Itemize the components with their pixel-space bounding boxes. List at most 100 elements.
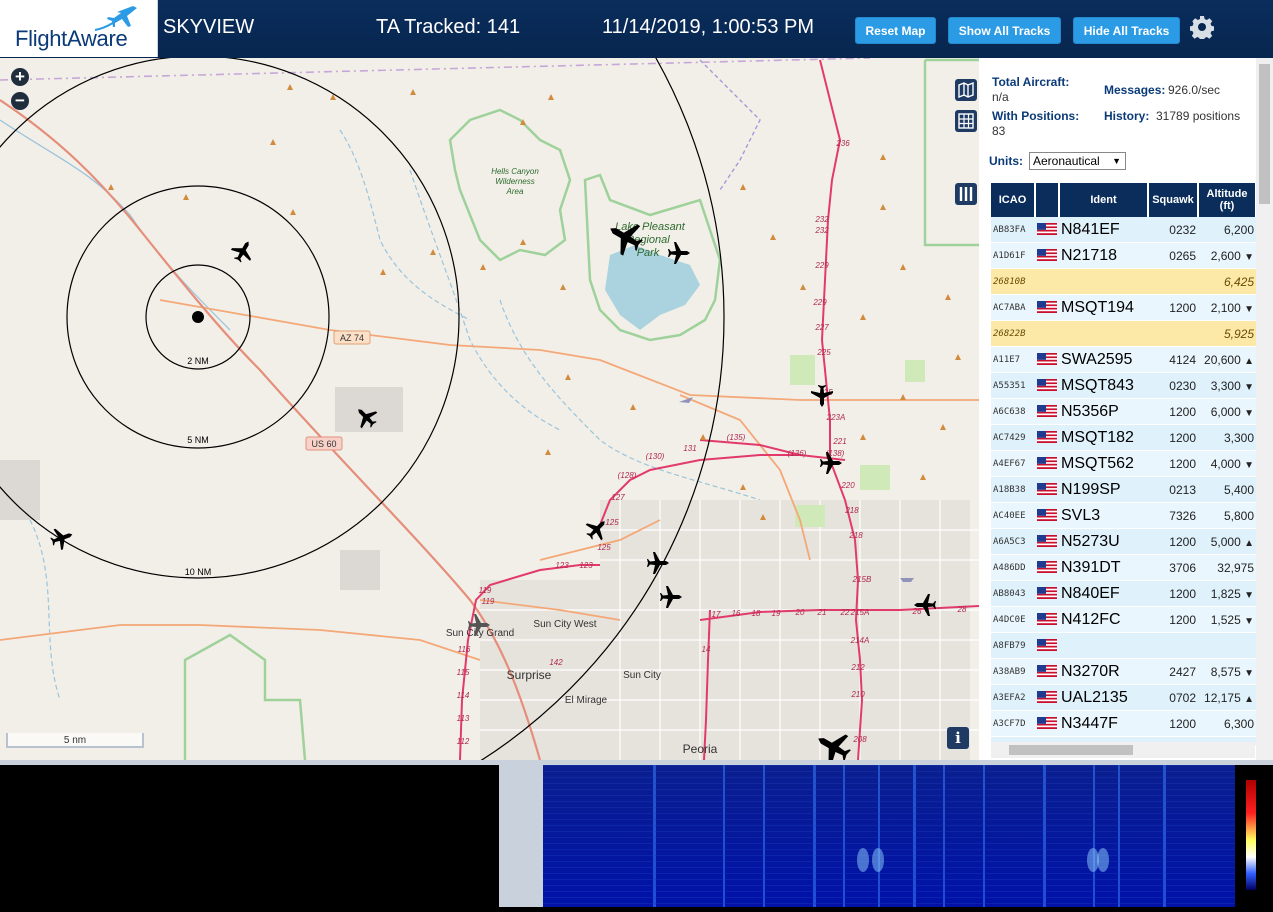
- cell-icao: A8FB79: [991, 632, 1035, 659]
- cell-ident: N412FC: [1059, 606, 1148, 633]
- table-row[interactable]: AB83FA N841EF 0232 6,200: [991, 217, 1256, 243]
- svg-text:26: 26: [912, 607, 922, 616]
- cell-altitude: 6,200: [1198, 217, 1256, 243]
- column-header-ident[interactable]: Ident: [1059, 183, 1149, 217]
- cell-flag: [1035, 294, 1059, 321]
- cell-squawk: 4124: [1148, 346, 1198, 373]
- column-header-icao[interactable]: ICAO: [991, 183, 1036, 217]
- cell-flag: [1035, 320, 1059, 347]
- table-row[interactable]: A38AB9 N3270R 2427 8,575 ▼: [991, 658, 1256, 685]
- cell-ident: [1059, 632, 1148, 659]
- map-layers-button[interactable]: [955, 79, 977, 101]
- ring-label-5nm: 5 NM: [187, 435, 209, 445]
- cell-altitude: 5,925: [1198, 320, 1256, 347]
- cell-squawk: 7326: [1148, 502, 1198, 529]
- cell-altitude: 32,975: [1198, 554, 1256, 581]
- table-row[interactable]: AC7ABA MSQT194 1200 2,100 ▼: [991, 294, 1256, 321]
- waterfall-canvas: [543, 765, 1273, 907]
- table-row[interactable]: 26810B 6,425: [991, 268, 1256, 295]
- table-row[interactable]: A11E7 SWA2595 4124 20,600 ▲: [991, 346, 1256, 373]
- cell-icao: AC7ABA: [991, 294, 1035, 321]
- table-row[interactable]: AC7429 MSQT182 1200 3,300: [991, 424, 1256, 451]
- cell-altitude: 3,300 ▼: [1198, 372, 1256, 399]
- column-header-flag[interactable]: [1035, 183, 1060, 217]
- table-row[interactable]: A55351 MSQT843 0230 3,300 ▼: [991, 372, 1256, 399]
- grid-overlay-button[interactable]: [955, 110, 977, 132]
- table-row[interactable]: 26822B 5,925: [991, 320, 1256, 347]
- us-flag-icon: [1037, 507, 1057, 524]
- table-row[interactable]: A486DD N391DT 3706 32,975: [991, 554, 1256, 581]
- column-toggle-button[interactable]: [955, 183, 977, 205]
- table-row[interactable]: AC40EE SVL3 7326 5,800: [991, 502, 1256, 529]
- cell-squawk: [1148, 320, 1198, 347]
- table-row[interactable]: A6C638 N5356P 1200 6,000 ▼: [991, 398, 1256, 425]
- cell-ident: N21718: [1059, 242, 1148, 269]
- column-header-squawk[interactable]: Squawk: [1148, 183, 1199, 217]
- road-label-az74: AZ 74: [340, 333, 364, 343]
- panel-scroll-thumb[interactable]: [1259, 64, 1270, 204]
- cell-squawk: 0213: [1148, 476, 1198, 503]
- map-canvas[interactable]: 2 NM 5 NM 10 NM AZ 74 US 60 Hells Canyon…: [0, 58, 979, 760]
- cell-ident: N199SP: [1059, 476, 1148, 503]
- svg-text:142: 142: [549, 658, 563, 667]
- cell-ident: MSQT562: [1059, 450, 1148, 477]
- cell-icao: A486DD: [991, 554, 1035, 581]
- place-sun-city-grand: Sun City Grand: [446, 628, 514, 639]
- svg-text:210: 210: [850, 690, 865, 699]
- grid-icon: [958, 113, 974, 129]
- flightaware-logo[interactable]: FlightAware: [0, 0, 158, 57]
- table-row[interactable]: A4EF67 MSQT562 1200 4,000 ▼: [991, 450, 1256, 477]
- column-header-altitude[interactable]: Altitude (ft): [1198, 183, 1256, 217]
- cell-icao: A1D61F: [991, 242, 1035, 269]
- cell-ident: N841EF: [1059, 217, 1148, 243]
- svg-text:218: 218: [848, 531, 863, 540]
- cell-ident: [1059, 320, 1148, 347]
- cell-flag: [1035, 268, 1059, 295]
- cell-altitude: 2,600 ▼: [1198, 242, 1256, 269]
- svg-text:218: 218: [844, 506, 859, 515]
- svg-text:28: 28: [957, 605, 967, 614]
- zoom-out-button[interactable]: −: [11, 92, 29, 110]
- cell-flag: [1035, 398, 1059, 425]
- hide-all-tracks-button[interactable]: Hide All Tracks: [1073, 17, 1180, 44]
- gear-icon[interactable]: [1190, 15, 1214, 39]
- table-row[interactable]: A4DC0E N412FC 1200 1,525 ▼: [991, 606, 1256, 633]
- table-row[interactable]: A18B38 N199SP 0213 5,400: [991, 476, 1256, 503]
- us-flag-icon: [1037, 351, 1057, 368]
- cell-icao: A11E7: [991, 346, 1035, 373]
- cell-ident: SWA2595: [1059, 346, 1148, 373]
- svg-text:112: 112: [457, 737, 470, 746]
- svg-text:131: 131: [683, 444, 696, 453]
- altitude-trend-icon: ▼: [1244, 303, 1254, 315]
- info-button[interactable]: i: [947, 727, 969, 749]
- svg-text:Wilderness: Wilderness: [495, 177, 535, 186]
- cell-ident: N3270R: [1059, 658, 1148, 685]
- svg-text:(130): (130): [646, 452, 665, 461]
- table-row[interactable]: A6A5C3 N5273U 1200 5,000 ▲: [991, 528, 1256, 555]
- map-view[interactable]: 2 NM 5 NM 10 NM AZ 74 US 60 Hells Canyon…: [0, 58, 979, 760]
- zoom-in-button[interactable]: +: [11, 68, 29, 86]
- svg-text:232: 232: [814, 226, 829, 235]
- table-row[interactable]: A3CF7D N3447F 1200 6,300: [991, 710, 1256, 737]
- cell-squawk: 0265: [1148, 242, 1198, 269]
- svg-text:223A: 223A: [826, 413, 846, 422]
- us-flag-icon: [1037, 559, 1057, 576]
- table-row[interactable]: A3EFA2 UAL2135 0702 12,175 ▲: [991, 684, 1256, 711]
- svg-text:(128): (128): [618, 471, 637, 480]
- table-scroll-thumb[interactable]: [1009, 745, 1133, 755]
- cell-icao: A6A5C3: [991, 528, 1035, 555]
- cell-icao: AB83FA: [991, 217, 1035, 243]
- units-select[interactable]: Aeronautical ▼: [1029, 152, 1126, 170]
- aircraft-marker: [227, 235, 259, 267]
- table-row[interactable]: AB8043 N840EF 1200 1,825 ▼: [991, 580, 1256, 607]
- with-positions-value: 83: [992, 124, 1006, 138]
- road-label-us60: US 60: [311, 439, 336, 449]
- table-row[interactable]: A8FB79: [991, 632, 1256, 659]
- table-row[interactable]: A1D61F N21718 0265 2,600 ▼: [991, 242, 1256, 269]
- cell-squawk: 1200: [1148, 528, 1198, 555]
- cell-icao: A4EF67: [991, 450, 1035, 477]
- reset-map-button[interactable]: Reset Map: [855, 17, 936, 44]
- cell-flag: [1035, 684, 1059, 711]
- aircraft-table-container[interactable]: ICAO Ident Squawk Altitude (ft) AB83FA N8…: [991, 183, 1256, 745]
- show-all-tracks-button[interactable]: Show All Tracks: [948, 17, 1061, 44]
